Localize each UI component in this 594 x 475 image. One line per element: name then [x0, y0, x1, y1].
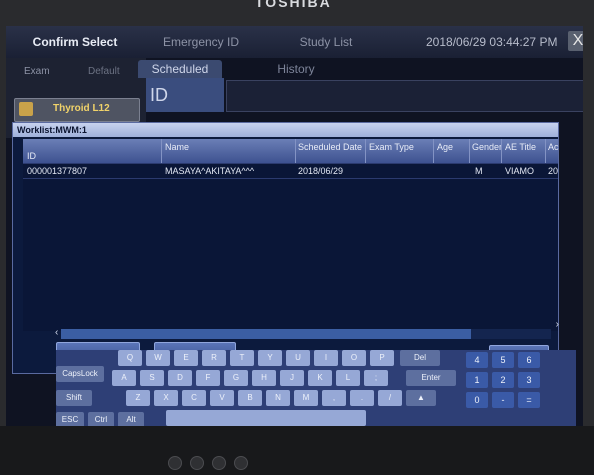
col-ae-title[interactable]: AE Title [505, 142, 536, 152]
key-slash[interactable]: / [378, 390, 402, 406]
key-num-3[interactable]: 3 [518, 372, 540, 388]
key-c[interactable]: C [182, 390, 206, 406]
key-num-equals[interactable]: = [518, 392, 540, 408]
key-num-4[interactable]: 4 [466, 352, 488, 368]
cell-ae-title: VIAMO [505, 166, 535, 176]
scroll-right-icon[interactable]: › [556, 319, 559, 330]
id-input[interactable] [226, 80, 583, 112]
key-num-minus[interactable]: - [492, 392, 514, 408]
key-semicolon[interactable]: ; [364, 370, 388, 386]
col-scheduled-date[interactable]: Scheduled Date [298, 142, 362, 152]
probe-label: Thyroid L12 [53, 103, 110, 114]
col-ac[interactable]: Ac [548, 142, 559, 152]
key-h[interactable]: H [252, 370, 276, 386]
key-a[interactable]: A [112, 370, 136, 386]
key-arrow-up[interactable]: ▲ [406, 390, 436, 406]
key-enter[interactable]: Enter [406, 370, 456, 386]
scroll-left-icon[interactable]: ‹ [55, 327, 58, 338]
key-num-6[interactable]: 6 [518, 352, 540, 368]
key-g[interactable]: G [224, 370, 248, 386]
hardware-button[interactable] [212, 456, 226, 470]
brand-logo: TOSHIBA [255, 0, 332, 10]
key-x[interactable]: X [154, 390, 178, 406]
key-k[interactable]: K [308, 370, 332, 386]
key-w[interactable]: W [146, 350, 170, 366]
key-y[interactable]: Y [258, 350, 282, 366]
key-num-5[interactable]: 5 [492, 352, 514, 368]
worklist-dialog: Worklist:MWM:1 ID Name Scheduled Date Ex… [12, 122, 559, 374]
tab-exam[interactable]: Exam [24, 66, 50, 77]
col-age[interactable]: Age [437, 142, 453, 152]
table-body [23, 179, 558, 331]
key-j[interactable]: J [280, 370, 304, 386]
key-num-1[interactable]: 1 [466, 372, 488, 388]
hardware-button[interactable] [190, 456, 204, 470]
key-i[interactable]: I [314, 350, 338, 366]
key-r[interactable]: R [202, 350, 226, 366]
key-capslock[interactable]: CapsLock [56, 366, 104, 382]
key-f[interactable]: F [196, 370, 220, 386]
cell-id: 000001377807 [27, 166, 88, 176]
col-gender[interactable]: Gender [472, 142, 502, 152]
worklist-title: Worklist:MWM:1 [13, 123, 558, 137]
probe-icon [19, 102, 33, 116]
key-b[interactable]: B [238, 390, 262, 406]
hardware-button[interactable] [234, 456, 248, 470]
cell-gender: M [475, 166, 483, 176]
key-num-0[interactable]: 0 [466, 392, 488, 408]
key-z[interactable]: Z [126, 390, 150, 406]
key-o[interactable]: O [342, 350, 366, 366]
key-p[interactable]: P [370, 350, 394, 366]
scrollbar-thumb[interactable] [61, 329, 471, 339]
key-shift[interactable]: Shift [56, 390, 92, 406]
key-q[interactable]: Q [118, 350, 142, 366]
close-icon[interactable]: X [568, 31, 583, 51]
col-name[interactable]: Name [165, 142, 189, 152]
tab-scheduled[interactable]: Scheduled [138, 60, 222, 78]
hardware-button[interactable] [168, 456, 182, 470]
cell-ac: 20 [548, 166, 559, 176]
datetime-display: 2018/06/29 03:44:27 PM [426, 35, 558, 49]
key-e[interactable]: E [174, 350, 198, 366]
horizontal-scrollbar[interactable]: ‹ › [55, 319, 559, 339]
key-s[interactable]: S [140, 370, 164, 386]
key-space[interactable] [166, 410, 366, 426]
cell-name: MASAYA^AKITAYA^^^ [165, 166, 255, 176]
key-v[interactable]: V [210, 390, 234, 406]
key-u[interactable]: U [286, 350, 310, 366]
tab-default[interactable]: Default [88, 66, 120, 77]
table-header: ID Name Scheduled Date Exam Type Age Gen… [23, 139, 559, 179]
key-num-2[interactable]: 2 [492, 372, 514, 388]
onscreen-keyboard: CapsLock Shift ESC Ctrl Alt Q W E R T Y … [56, 350, 576, 428]
cell-scheduled-date: 2018/06/29 [298, 166, 344, 176]
tab-history[interactable]: History [266, 60, 326, 78]
col-exam-type[interactable]: Exam Type [369, 142, 414, 152]
tab-emergency-id[interactable]: Emergency ID [146, 30, 256, 54]
key-m[interactable]: M [294, 390, 318, 406]
probe-selector[interactable]: Thyroid L12 [14, 98, 140, 122]
id-label: ID [146, 78, 224, 112]
key-del[interactable]: Del [400, 350, 440, 366]
key-n[interactable]: N [266, 390, 290, 406]
key-t[interactable]: T [230, 350, 254, 366]
key-l[interactable]: L [336, 370, 360, 386]
key-comma[interactable]: , [322, 390, 346, 406]
table-row[interactable]: 000001377807 MASAYA^AKITAYA^^^ 2018/06/2… [23, 163, 558, 179]
tab-confirm-select[interactable]: Confirm Select [20, 30, 130, 54]
top-bar: Confirm Select Emergency ID Study List 2… [6, 26, 583, 58]
monitor-bottom-bezel [0, 426, 594, 475]
col-id[interactable]: ID [27, 151, 36, 161]
key-period[interactable]: . [350, 390, 374, 406]
tab-study-list[interactable]: Study List [276, 30, 376, 54]
key-d[interactable]: D [168, 370, 192, 386]
